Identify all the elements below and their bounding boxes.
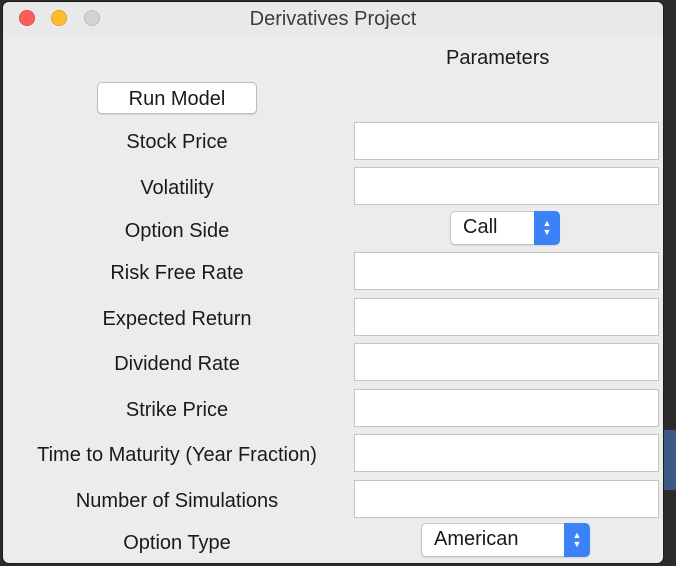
run-model-button[interactable]: Run Model xyxy=(97,82,257,114)
dividend-rate-label: Dividend Rate xyxy=(114,353,240,375)
app-window: Derivatives Project Parameters Run Model… xyxy=(3,2,663,563)
time-to-maturity-field[interactable] xyxy=(354,434,659,472)
risk-free-rate-field[interactable] xyxy=(354,252,659,290)
strike-price-label: Strike Price xyxy=(125,399,229,421)
background-app-block xyxy=(664,430,676,490)
volatility-field[interactable] xyxy=(354,167,659,205)
option-side-value: Call xyxy=(463,216,498,238)
parameters-heading: Parameters xyxy=(446,47,550,69)
option-type-select[interactable]: American ▲ ▼ xyxy=(421,523,590,557)
volatility-label: Volatility xyxy=(140,177,214,199)
dividend-rate-field[interactable] xyxy=(354,343,659,381)
window-title: Derivatives Project xyxy=(249,8,417,30)
time-to-maturity-label: Time to Maturity (Year Fraction) xyxy=(37,444,317,466)
strike-price-field[interactable] xyxy=(354,389,659,427)
titlebar: Derivatives Project xyxy=(3,2,663,36)
option-type-value: American xyxy=(434,528,519,550)
option-type-label: Option Type xyxy=(123,532,231,554)
number-of-simulations-field[interactable] xyxy=(354,480,659,518)
risk-free-rate-label: Risk Free Rate xyxy=(110,262,244,284)
option-side-select[interactable]: Call ▲ ▼ xyxy=(450,211,560,245)
option-side-label: Option Side xyxy=(124,220,230,242)
expected-return-field[interactable] xyxy=(354,298,659,336)
stock-price-label: Stock Price xyxy=(126,131,228,153)
number-of-simulations-label: Number of Simulations xyxy=(75,490,279,512)
expected-return-label: Expected Return xyxy=(102,308,252,330)
select-arrows-icon: ▲ ▼ xyxy=(534,211,560,245)
stock-price-field[interactable] xyxy=(354,122,659,160)
select-arrows-icon: ▲ ▼ xyxy=(564,523,590,557)
